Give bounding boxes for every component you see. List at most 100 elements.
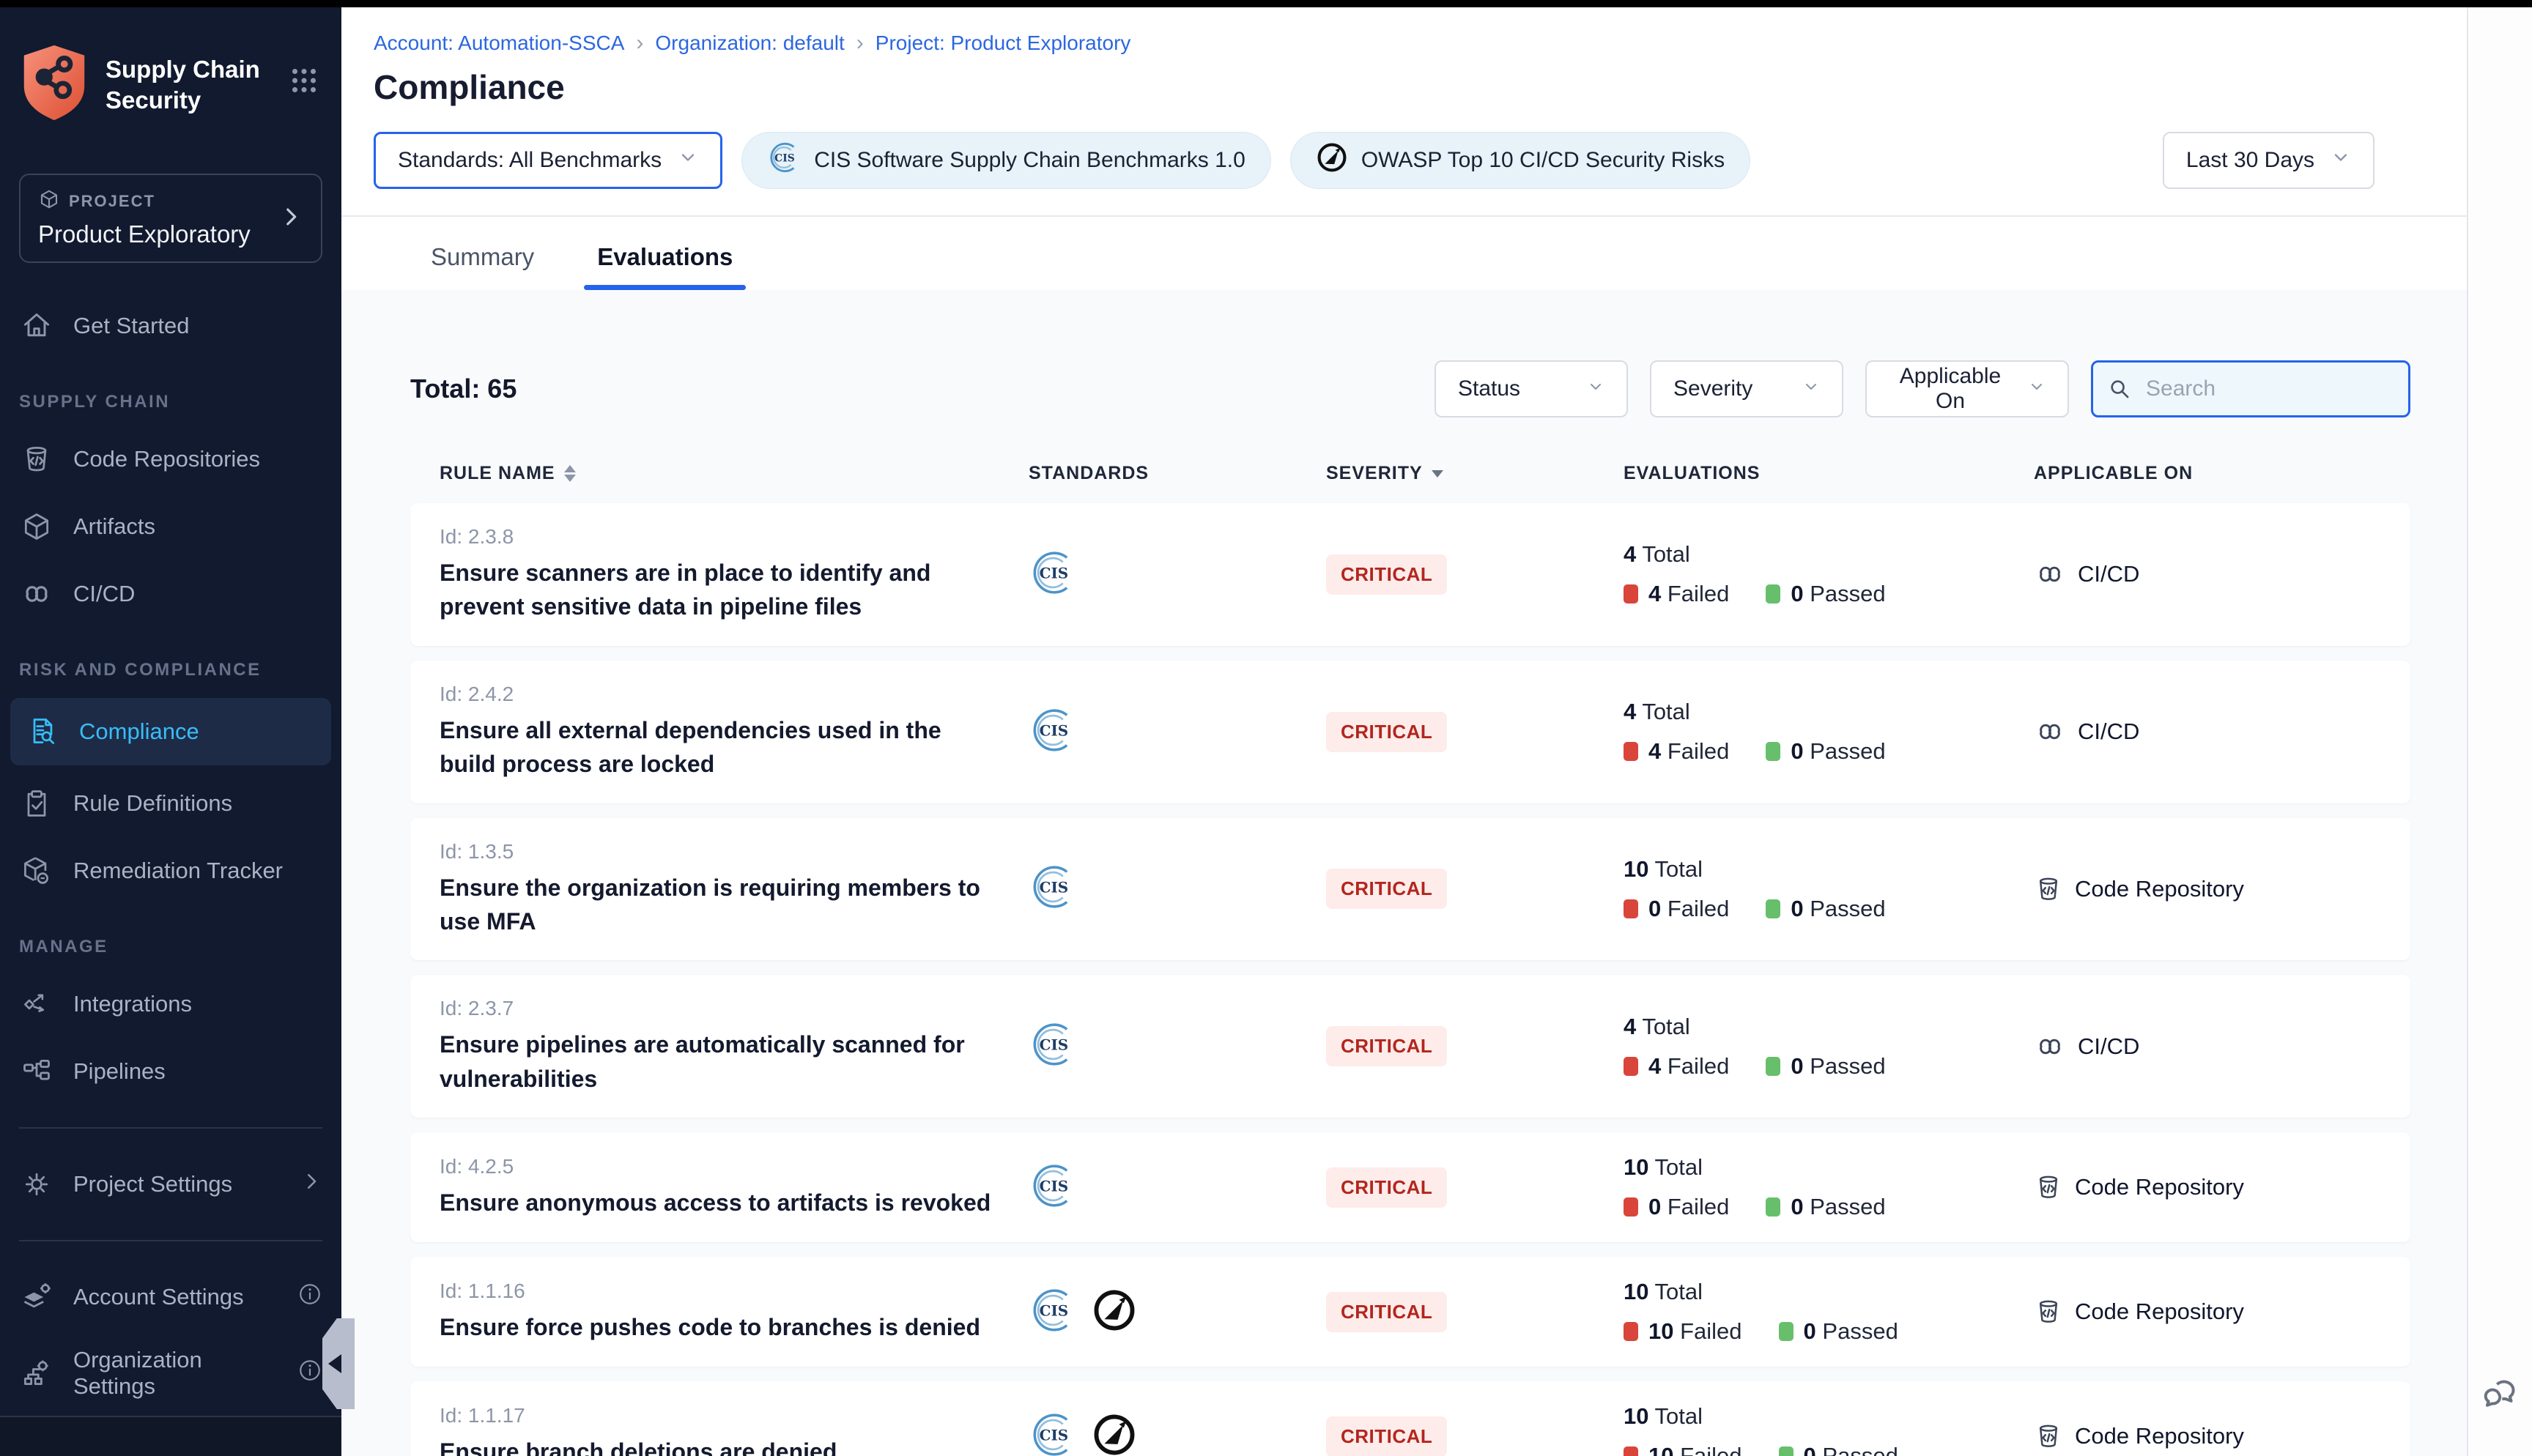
sidebar-item-help[interactable]: ? Help [19, 1438, 322, 1456]
sort-icon[interactable] [564, 465, 576, 482]
app-switcher-grid-icon[interactable] [286, 62, 322, 103]
sidebar-item-get-started[interactable]: Get Started [0, 292, 341, 360]
sidebar-item-label: Pipelines [73, 1058, 166, 1085]
gear-icon [19, 1167, 54, 1202]
org-gear-icon [19, 1356, 54, 1391]
chat-support-icon[interactable] [2480, 1373, 2521, 1418]
page-title: Compliance [374, 67, 2467, 107]
chevron-down-icon [678, 147, 698, 174]
search-input[interactable] [2091, 360, 2410, 417]
sort-desc-icon[interactable] [1432, 470, 1443, 478]
applicable-on-filter-label: Applicable On [1889, 364, 2012, 414]
tab-summary[interactable]: Summary [426, 217, 538, 290]
sidebar-item-project-settings[interactable]: Project Settings [0, 1151, 341, 1218]
sidebar: Supply Chain Security [0, 7, 341, 1456]
rule-cell: Id: 2.3.8 Ensure scanners are in place t… [440, 525, 1029, 624]
info-icon[interactable] [297, 1282, 322, 1312]
rule-row[interactable]: Id: 2.3.7 Ensure pipelines are automatic… [410, 975, 2410, 1118]
status-filter-dropdown[interactable]: Status [1435, 360, 1628, 417]
passed-indicator [1779, 1446, 1793, 1456]
date-range-dropdown[interactable]: Last 30 Days [2163, 132, 2374, 189]
sidebar-item-label: CI/CD [73, 581, 135, 607]
failed-indicator [1624, 899, 1638, 918]
sidebar-item-code-repositories[interactable]: Code Repositories [0, 426, 341, 493]
code-repository-icon [2034, 1422, 2063, 1451]
pipelines-flow-icon [19, 1054, 54, 1089]
sidebar-section-risk: RISK AND COMPLIANCE [0, 660, 341, 680]
rule-cell: Id: 2.3.7 Ensure pipelines are automatic… [440, 997, 1029, 1096]
chip-owasp[interactable]: OWASP Top 10 CI/CD Security Risks [1290, 132, 1750, 189]
sidebar-footer: ? Help L Lavakush [0, 1416, 341, 1456]
active-tab-underline [584, 285, 746, 290]
rule-cell: Id: 1.1.16 Ensure force pushes code to b… [440, 1279, 1029, 1344]
sidebar-item-account-settings[interactable]: Account Settings [0, 1263, 341, 1331]
rule-row[interactable]: Id: 2.4.2 Ensure all external dependenci… [410, 661, 2410, 803]
sidebar-item-artifacts[interactable]: Artifacts [0, 493, 341, 560]
rule-name: Ensure all external dependencies used in… [440, 713, 996, 781]
breadcrumb-organization-link[interactable]: Organization: default [655, 31, 844, 55]
cube-icon [19, 509, 54, 544]
chevron-down-icon [2028, 376, 2046, 401]
rule-row[interactable]: Id: 2.3.8 Ensure scanners are in place t… [410, 503, 2410, 646]
evaluations-cell: 10 Total 10 Failed 0 Passed [1624, 1403, 2034, 1456]
chevron-down-icon [1587, 376, 1604, 401]
applicable-on-filter-dropdown[interactable]: Applicable On [1865, 360, 2069, 417]
rule-id: Id: 4.2.5 [440, 1155, 1029, 1178]
code-repository-icon [2034, 1297, 2063, 1326]
svg-text:CIS: CIS [1040, 1036, 1069, 1054]
chevron-down-icon [1802, 376, 1820, 401]
sidebar-item-pipelines[interactable]: Pipelines [0, 1038, 341, 1105]
layers-gear-icon [19, 1279, 54, 1315]
top-strip [0, 0, 2532, 7]
tab-evaluations[interactable]: Evaluations [593, 217, 737, 290]
sidebar-item-remediation-tracker[interactable]: Remediation Tracker [0, 837, 341, 905]
applicable-on-cell: Code Repository [2034, 1422, 2410, 1451]
sidebar-collapse-handle[interactable] [322, 1318, 355, 1409]
standards-cell: CIS [1029, 1162, 1326, 1214]
sidebar-item-organization-settings[interactable]: Organization Settings [0, 1331, 341, 1416]
cis-logo-icon: CIS [1029, 863, 1077, 915]
clipboard-check-icon [19, 786, 54, 821]
breadcrumb-project-link[interactable]: Project: Product Exploratory [876, 31, 1131, 55]
owasp-icon [1092, 1412, 1137, 1456]
tab-bar: Summary Evaluations [341, 217, 2467, 290]
passed-indicator [1766, 1057, 1780, 1076]
failed-indicator [1624, 1197, 1638, 1217]
chip-cis-benchmark[interactable]: CIS CIS Software Supply Chain Benchmarks… [741, 132, 1271, 189]
rule-row[interactable]: Id: 1.1.16 Ensure force pushes code to b… [410, 1257, 2410, 1367]
project-selector[interactable]: PROJECT Product Exploratory [19, 174, 322, 263]
info-icon[interactable] [297, 1358, 322, 1389]
cicd-icon [2034, 716, 2066, 748]
standards-cell: CIS [1029, 1411, 1326, 1456]
failed-indicator [1624, 1446, 1638, 1456]
breadcrumb: Account: Automation-SSCA › Organization:… [374, 31, 2467, 56]
severity-badge: CRITICAL [1326, 1292, 1447, 1332]
status-filter-label: Status [1458, 376, 1520, 401]
applicable-on-label: Code Repository [2075, 1174, 2244, 1200]
passed-indicator [1766, 1197, 1780, 1217]
evaluations-cell: 10 Total 10 Failed 0 Passed [1624, 1279, 2034, 1345]
rule-row[interactable]: Id: 1.3.5 Ensure the organization is req… [410, 818, 2410, 961]
sidebar-item-label: Rule Definitions [73, 790, 232, 817]
rule-id: Id: 1.3.5 [440, 840, 1029, 863]
sidebar-item-integrations[interactable]: Integrations [0, 970, 341, 1038]
home-icon [19, 308, 54, 343]
breadcrumb-account-link[interactable]: Account: Automation-SSCA [374, 31, 624, 55]
sidebar-item-rule-definitions[interactable]: Rule Definitions [0, 770, 341, 837]
severity-filter-dropdown[interactable]: Severity [1650, 360, 1843, 417]
sidebar-item-cicd[interactable]: CI/CD [0, 560, 341, 628]
project-eyebrow-label: PROJECT [69, 192, 155, 211]
standards-cell: CIS [1029, 1286, 1326, 1338]
svg-text:CIS: CIS [1040, 1301, 1069, 1319]
rule-row[interactable]: Id: 1.1.17 Ensure branch deletions are d… [410, 1381, 2410, 1456]
rule-row[interactable]: Id: 4.2.5 Ensure anonymous access to art… [410, 1132, 2410, 1242]
severity-badge: CRITICAL [1326, 1167, 1447, 1208]
standards-dropdown[interactable]: Standards: All Benchmarks [374, 132, 722, 189]
standards-filter-bar: Standards: All Benchmarks CIS CIS Softwa… [341, 107, 2467, 215]
sidebar-item-label: Organization Settings [73, 1347, 278, 1400]
breadcrumb-separator: › [636, 31, 643, 56]
sidebar-item-compliance[interactable]: Compliance [10, 698, 331, 765]
standards-cell: CIS [1029, 549, 1326, 601]
failed-indicator [1624, 742, 1638, 761]
cis-logo-icon: CIS [767, 141, 801, 180]
